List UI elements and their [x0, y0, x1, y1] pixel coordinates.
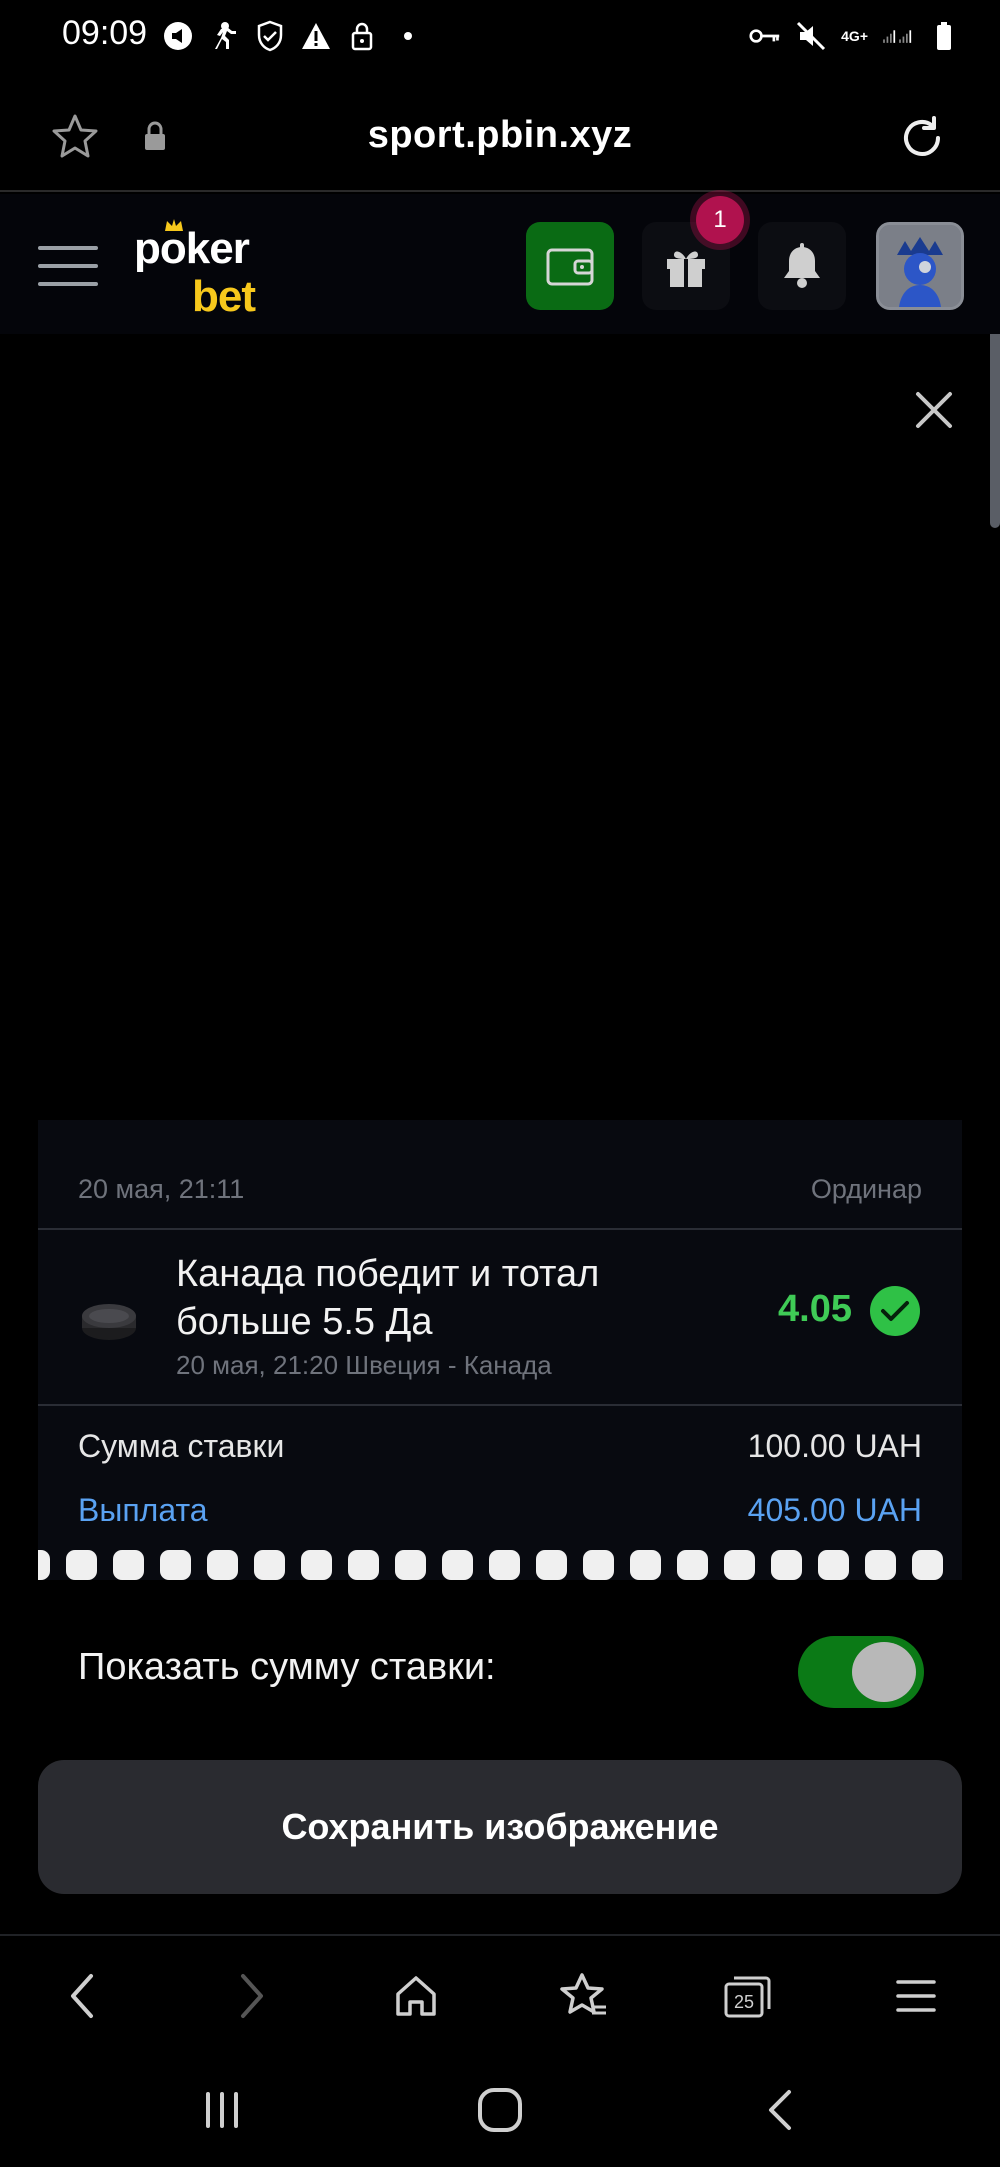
event-title: Канада победит и тотал больше 5.5 Да — [176, 1253, 600, 1343]
network-type: 4G+ — [841, 28, 868, 44]
lock-icon — [346, 20, 378, 52]
menu-hamburger-icon[interactable] — [38, 246, 98, 290]
hockey-puck-icon — [80, 1302, 138, 1342]
status-bar: 09:09 4G+ — [0, 0, 1000, 76]
home-icon[interactable] — [386, 1966, 446, 2026]
toggle-knob — [852, 1642, 916, 1702]
bet-event-row: Канада победит и тотал больше 5.5 Да 20 … — [38, 1230, 962, 1406]
gift-count-badge: 1 — [696, 196, 744, 244]
bet-date: 20 мая, 21:11 — [78, 1174, 245, 1204]
show-stake-toggle[interactable] — [798, 1636, 924, 1708]
tabs-icon[interactable]: 25 — [718, 1966, 778, 2026]
address-url[interactable]: sport.pbin.xyz — [0, 114, 1000, 157]
browser-toolbar: 25 — [0, 1934, 1000, 2050]
close-icon[interactable] — [912, 388, 956, 432]
forward-icon[interactable] — [222, 1966, 282, 2026]
status-time: 09:09 — [62, 14, 148, 52]
check-circle-icon — [870, 1286, 920, 1336]
wallet-icon — [546, 248, 594, 286]
shield-check-icon — [254, 20, 286, 52]
bet-type: Ординар — [810, 1174, 922, 1204]
warning-icon — [300, 20, 332, 52]
payout-value: 405.00 UAH — [747, 1492, 922, 1528]
event-subtitle: 20 мая, 21:20 Швеция - Канада — [176, 1350, 552, 1380]
megaphone-icon — [162, 20, 194, 52]
recent-apps-icon[interactable] — [192, 2080, 252, 2140]
status-right-icons: 4G+ — [749, 20, 960, 52]
back-icon[interactable] — [52, 1966, 112, 2026]
bookmarks-icon[interactable] — [554, 1966, 614, 2026]
save-image-button[interactable]: Сохранить изображение — [38, 1760, 962, 1894]
key-icon — [749, 20, 781, 52]
back-nav-icon[interactable] — [750, 2080, 810, 2140]
dot-icon — [392, 20, 424, 52]
pokerbet-logo[interactable]: po ker bet — [134, 219, 256, 321]
mute-icon — [795, 20, 827, 52]
bell-icon — [784, 243, 820, 288]
payout-label: Выплата — [78, 1492, 208, 1528]
system-nav-bar — [0, 2050, 1000, 2167]
tabs-count: 25 — [734, 1992, 754, 2012]
bet-slip-card: 20 мая, 21:11 Ординар Канада победит и т… — [38, 1120, 962, 1580]
home-nav-icon[interactable] — [470, 2080, 530, 2140]
reload-icon[interactable] — [896, 112, 948, 164]
avatar-king-icon — [879, 225, 961, 307]
gift-icon — [667, 251, 705, 287]
status-left-icons — [162, 20, 424, 52]
signal-icon — [882, 20, 914, 52]
bet-card-header: 20 мая, 21:11 Ординар — [38, 1120, 962, 1230]
running-icon — [208, 20, 240, 52]
user-avatar[interactable] — [876, 222, 964, 310]
wallet-button[interactable] — [526, 222, 614, 310]
show-stake-label: Показать сумму ставки: — [78, 1646, 496, 1688]
stake-value: 100.00 UAH — [747, 1428, 922, 1464]
logo-bet-text: bet — [192, 272, 256, 321]
battery-icon — [928, 20, 960, 52]
notifications-button[interactable] — [758, 222, 846, 310]
site-header: po ker bet 1 — [0, 194, 1000, 334]
stake-label: Сумма ставки — [78, 1428, 285, 1464]
browser-address-bar: sport.pbin.xyz — [0, 76, 1000, 192]
browser-menu-icon[interactable] — [886, 1966, 946, 2026]
event-odds: 4.05 — [778, 1288, 852, 1330]
ticket-perforation — [38, 1550, 962, 1584]
